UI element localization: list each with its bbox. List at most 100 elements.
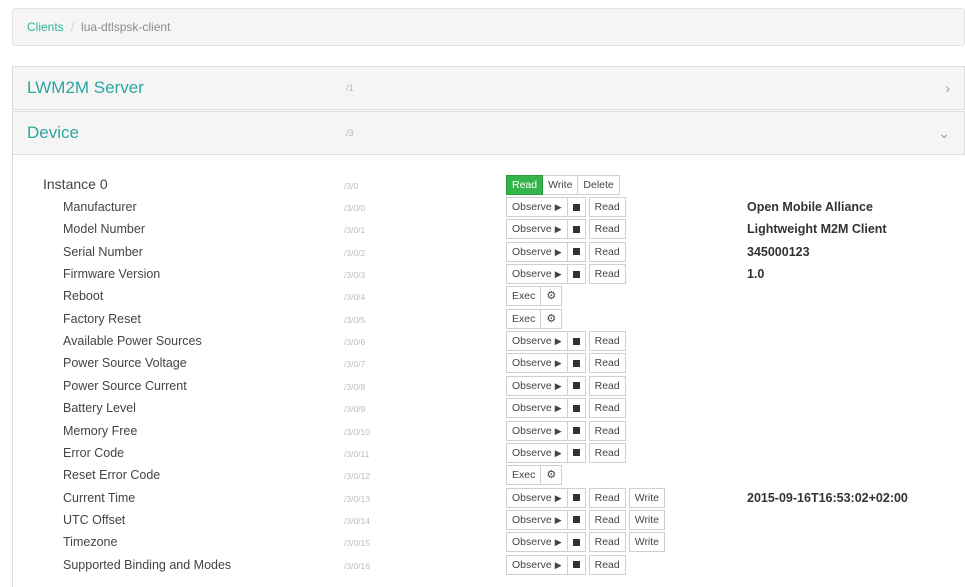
write-button[interactable]: Write: [628, 487, 666, 508]
read-button[interactable]: Read: [588, 219, 626, 240]
observe-label: Observe: [512, 402, 552, 415]
resource-row: Manufacturer/3/0/0 Observe ▶ Read Open Mobil…: [13, 197, 965, 219]
resource-name: Model Number: [63, 222, 145, 237]
read-button[interactable]: Read: [588, 331, 626, 352]
chevron-right-icon[interactable]: ›: [945, 80, 950, 96]
observe-stop-button[interactable]: [567, 264, 586, 285]
observe-start-button[interactable]: Observe ▶: [506, 532, 568, 553]
observe-stop-button[interactable]: [567, 442, 586, 463]
play-icon: ▶: [554, 269, 562, 280]
observe-stop-button[interactable]: [567, 375, 586, 396]
resource-actions: Observe ▶ Read Write: [506, 487, 666, 509]
exec-button[interactable]: Exec: [506, 286, 542, 307]
observe-stop-button[interactable]: [567, 219, 586, 240]
observe-start-button[interactable]: Observe ▶: [506, 375, 568, 396]
panel-title[interactable]: Device: [27, 123, 79, 143]
observe-label: Observe: [512, 424, 552, 437]
read-button[interactable]: Read: [588, 532, 626, 553]
observe-stop-button[interactable]: [567, 420, 586, 441]
exec-settings-button[interactable]: ⚙: [541, 465, 563, 486]
resource-value: 345000123: [747, 244, 810, 259]
observe-start-button[interactable]: Observe ▶: [506, 264, 568, 285]
observe-start-button[interactable]: Observe ▶: [506, 420, 568, 441]
resource-row: Power Source Current/3/0/8 Observe ▶ Read: [13, 375, 965, 398]
observe-start-button[interactable]: Observe ▶: [506, 219, 568, 240]
resource-actions: Observe ▶ Read: [506, 219, 626, 240]
exec-settings-button[interactable]: ⚙: [541, 286, 563, 307]
read-button[interactable]: Read: [588, 241, 626, 262]
read-button[interactable]: Read: [588, 509, 626, 530]
stop-icon: [572, 561, 580, 569]
write-button[interactable]: Write: [628, 509, 666, 530]
exec-settings-button[interactable]: ⚙: [541, 308, 563, 329]
instance-read-button[interactable]: Read: [506, 175, 544, 195]
observe-start-button[interactable]: Observe ▶: [506, 487, 568, 508]
breadcrumb-clients-link[interactable]: Clients: [27, 20, 64, 34]
observe-stop-button[interactable]: [567, 353, 586, 374]
read-button[interactable]: Read: [588, 375, 626, 396]
read-button[interactable]: Read: [588, 264, 626, 285]
stop-icon: [572, 270, 580, 278]
observe-start-button[interactable]: Observe ▶: [506, 331, 568, 352]
read-button[interactable]: Read: [588, 554, 626, 575]
play-icon: ▶: [554, 514, 562, 525]
observe-stop-button[interactable]: [567, 509, 586, 530]
read-button[interactable]: Read: [588, 197, 626, 217]
stop-icon: [572, 248, 580, 256]
observe-label: Observe: [512, 201, 552, 213]
resource-row: Available Power Sources/3/0/6 Observe ▶ Rea…: [13, 331, 965, 353]
observe-stop-button[interactable]: [567, 554, 586, 575]
instance-write-button[interactable]: Write: [543, 175, 579, 195]
play-icon: ▶: [554, 447, 562, 458]
observe-label: Observe: [512, 335, 552, 348]
resource-actions: Observe ▶ Read: [506, 420, 626, 442]
observe-start-button[interactable]: Observe ▶: [506, 398, 568, 419]
observe-start-button[interactable]: Observe ▶: [506, 353, 568, 374]
stop-icon: [572, 538, 580, 546]
observe-start-button[interactable]: Observe ▶: [506, 554, 568, 575]
resource-row: Factory Reset/3/0/5 Exec ⚙: [13, 308, 965, 331]
read-button[interactable]: Read: [588, 487, 626, 508]
play-icon: ▶: [554, 246, 562, 257]
read-button[interactable]: Read: [588, 398, 626, 419]
observe-stop-button[interactable]: [567, 398, 586, 419]
resource-name: Battery Level: [63, 401, 136, 416]
exec-button[interactable]: Exec: [506, 465, 542, 486]
stop-icon: [572, 337, 580, 345]
panel-lwm2m-server[interactable]: LWM2M Server /1 ›: [12, 66, 965, 110]
resource-actions: Observe ▶ Read: [506, 331, 626, 352]
observe-start-button[interactable]: Observe ▶: [506, 197, 568, 217]
resource-name: Serial Number: [63, 244, 143, 259]
observe-stop-button[interactable]: [567, 487, 586, 508]
panel-device[interactable]: Device /3 ⌄: [12, 111, 965, 155]
stop-icon: [572, 382, 580, 390]
panel-title[interactable]: LWM2M Server: [27, 78, 144, 98]
chevron-down-icon[interactable]: ⌄: [938, 125, 950, 142]
resource-row: Current Time/3/0/13 Observe ▶ Read Write 2015…: [13, 487, 965, 510]
write-button[interactable]: Write: [628, 532, 666, 553]
observe-stop-button[interactable]: [567, 532, 586, 553]
resource-name: Power Source Voltage: [63, 356, 187, 371]
exec-button[interactable]: Exec: [506, 308, 542, 329]
read-button[interactable]: Read: [588, 442, 626, 463]
observe-stop-button[interactable]: [567, 331, 586, 352]
read-button[interactable]: Read: [588, 420, 626, 441]
resource-row: Firmware Version/3/0/3 Observe ▶ Read 1.0: [13, 264, 965, 286]
resource-path: /3/0/4: [344, 292, 366, 303]
resource-path: /3/0/6: [344, 337, 366, 348]
observe-start-button[interactable]: Observe ▶: [506, 509, 568, 530]
observe-start-button[interactable]: Observe ▶: [506, 241, 568, 262]
stop-icon: [572, 225, 580, 233]
resource-row: Supported Binding and Modes/3/0/16 Observ…: [13, 554, 965, 577]
instance-delete-button[interactable]: Delete: [578, 175, 620, 195]
resource-name: Memory Free: [63, 423, 138, 438]
stop-icon: [572, 359, 580, 367]
observe-start-button[interactable]: Observe ▶: [506, 442, 568, 463]
resource-actions: Observe ▶ Read: [506, 264, 626, 285]
observe-stop-button[interactable]: [567, 197, 586, 217]
resource-path: /3/0/12: [344, 471, 370, 482]
observe-stop-button[interactable]: [567, 241, 586, 262]
resource-path: /3/0/9: [344, 404, 366, 415]
resource-name: UTC Offset: [63, 512, 126, 527]
read-button[interactable]: Read: [588, 353, 626, 374]
